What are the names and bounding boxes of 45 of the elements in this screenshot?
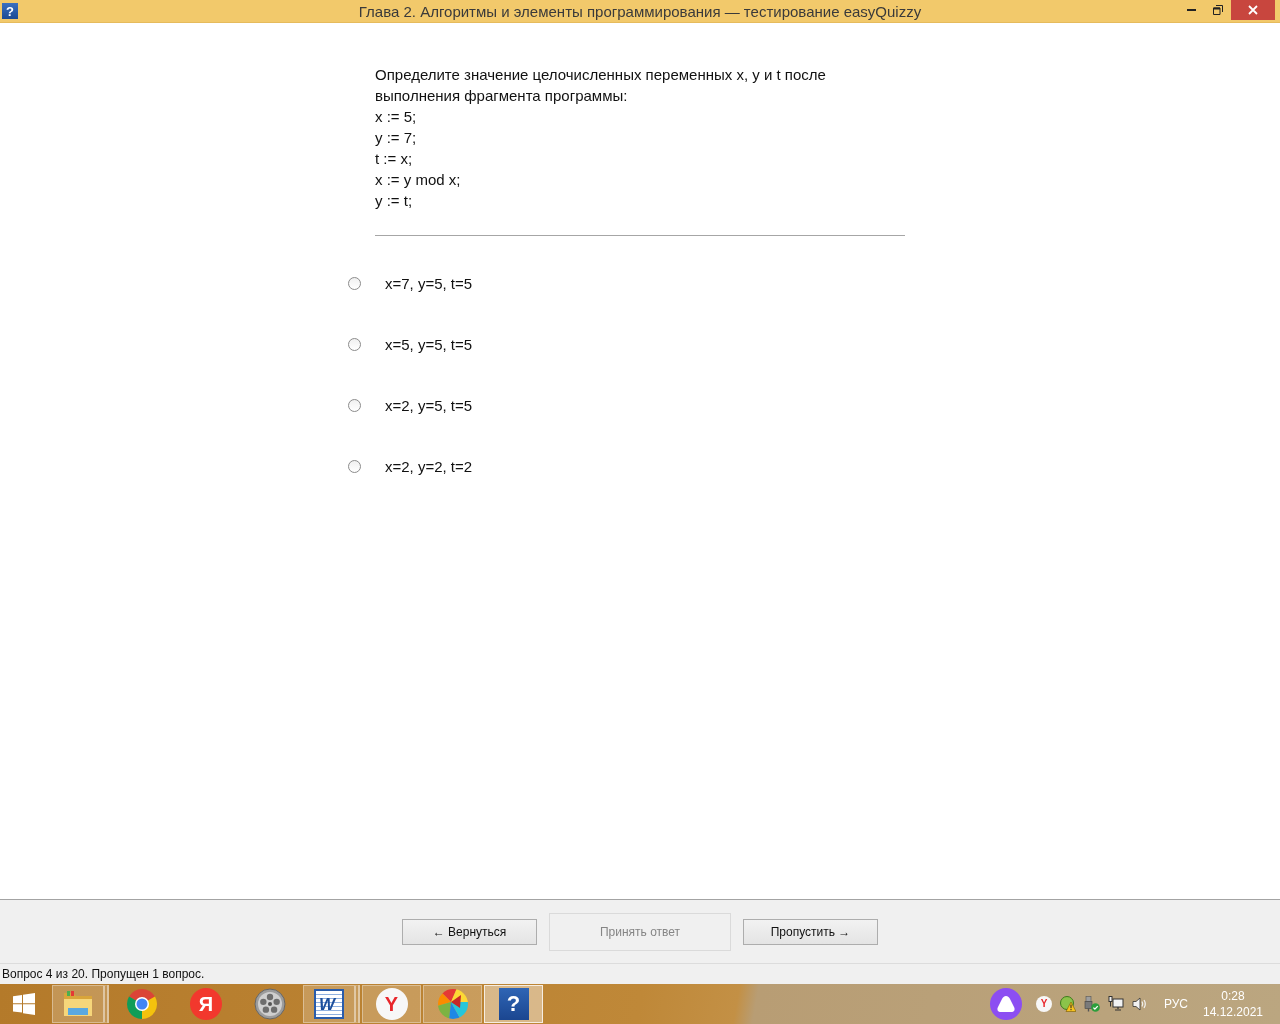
code-line: x := 5; — [375, 107, 418, 127]
taskbar-button[interactable] — [52, 985, 109, 1023]
option-label: x=2, y=2, t=2 — [385, 457, 473, 477]
radio-button[interactable] — [348, 277, 361, 290]
four-panes-icon — [13, 993, 35, 1015]
clock[interactable]: 0:28 14.12.2021 — [1203, 986, 1263, 1022]
taskbar-button[interactable]: ? — [484, 985, 543, 1023]
close-button[interactable] — [1231, 0, 1275, 20]
radio-button[interactable] — [348, 399, 361, 412]
status-text: Вопрос 4 из 20. Пропущен 1 вопрос. — [2, 967, 205, 981]
code-line: y := t; — [375, 191, 414, 211]
tray-button[interactable] — [988, 987, 1023, 1021]
minimize-icon — [1186, 9, 1196, 11]
low-poly-ball-icon — [436, 988, 469, 1020]
radio-button[interactable] — [348, 460, 361, 473]
monitor-icon — [1107, 996, 1124, 1012]
letter-circle-icon: Y — [375, 988, 408, 1020]
question-mark-icon: ? — [2, 3, 18, 19]
option-label: x=7, y=5, t=5 — [385, 274, 473, 294]
taskbar-button[interactable]: Я — [175, 985, 237, 1023]
taskbar-button[interactable]: Y — [362, 985, 421, 1023]
film-reel-icon — [254, 988, 286, 1020]
volume-icon — [1131, 996, 1148, 1012]
restore-icon — [1212, 5, 1223, 15]
code-line: y := 7; — [375, 128, 418, 148]
tricolor-circle-icon — [126, 988, 158, 1020]
option-label: x=2, y=5, t=5 — [385, 396, 473, 416]
close-icon — [1248, 5, 1258, 15]
folder-icon — [62, 990, 94, 1018]
question-mark-icon: ? — [498, 988, 529, 1020]
code-line: x := y mod x; — [375, 170, 462, 190]
question-text: Определите значение целочисленных переменных x, y и t после выполнения фрагмента программы: — [375, 65, 827, 106]
warning-icon — [1059, 996, 1076, 1012]
option-label: x=5, y=5, t=5 — [385, 335, 473, 355]
letter-circle-icon: Я — [190, 988, 222, 1020]
radio-button[interactable] — [348, 338, 361, 351]
window-title: Глава 2. Алгоритмы и элементы программирования — тестирование easyQuizzy — [358, 2, 922, 20]
document-icon: W — [314, 989, 344, 1019]
language-indicator[interactable]: РУС — [1163, 992, 1188, 1016]
taskbar-button[interactable]: W — [303, 985, 360, 1023]
action-button[interactable]: Пропустить → — [743, 918, 878, 945]
action-button[interactable]: ← Вернуться — [402, 918, 537, 945]
code-line: t := x; — [375, 149, 414, 169]
plug-check-icon — [1083, 996, 1100, 1012]
taskbar-button[interactable] — [423, 985, 482, 1023]
